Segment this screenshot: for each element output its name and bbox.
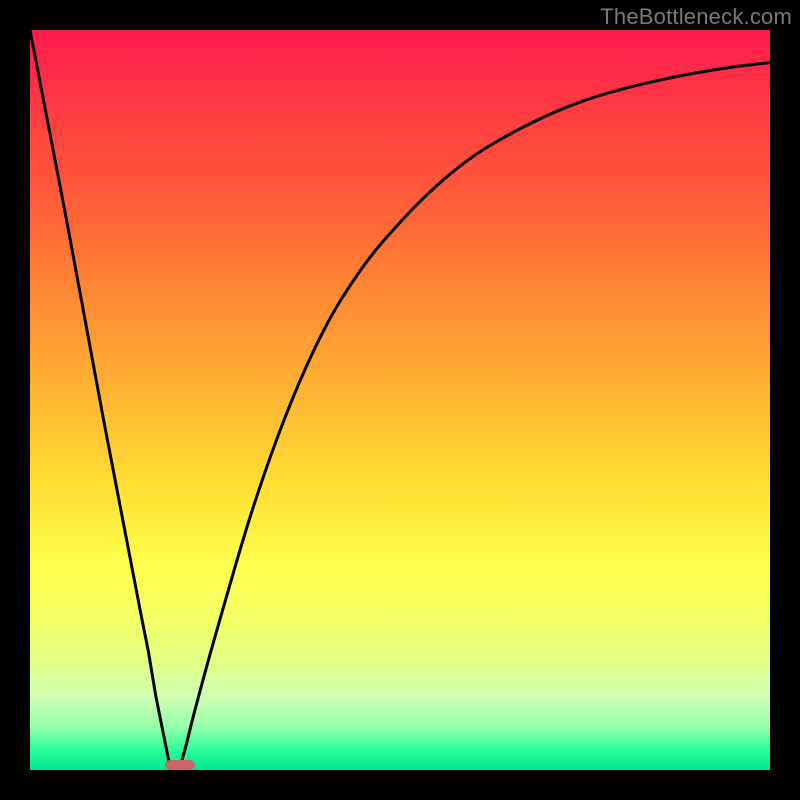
optimum-range-marker (165, 760, 195, 770)
bottleneck-curve-svg (30, 30, 770, 770)
watermark-text: TheBottleneck.com (600, 4, 792, 30)
bottleneck-curve-path (30, 30, 770, 770)
plot-area (30, 30, 770, 770)
figure-root: TheBottleneck.com (0, 0, 800, 800)
